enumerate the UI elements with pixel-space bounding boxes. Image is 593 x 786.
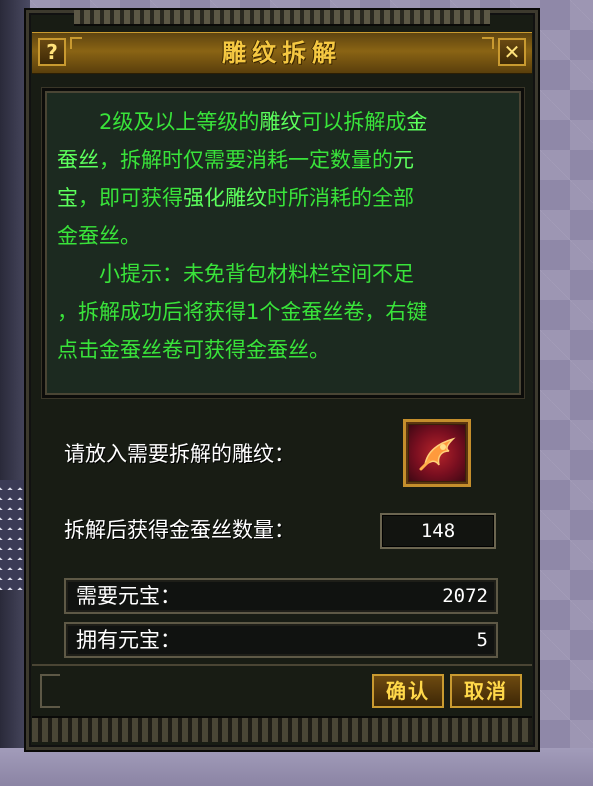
info-text-segment: 可以拆解成	[301, 110, 407, 134]
info-tip-text: 小提示：未免背包材料栏空间不足	[99, 262, 414, 286]
title-bar[interactable]: ? 雕纹拆解 ✕	[32, 32, 532, 74]
background-floor	[0, 748, 593, 786]
info-highlight-bao: 宝	[57, 186, 78, 210]
info-text: 2级及以上等级的雕纹可以拆解成金 蚕丝，拆解时仅需要消耗一定数量的元 宝，即可获…	[57, 103, 509, 369]
info-highlight-yuan: 元	[393, 148, 414, 172]
cancel-button[interactable]: 取消	[450, 674, 522, 708]
owned-yuanbao-value: 5	[476, 629, 488, 651]
confirm-button[interactable]: 确认	[372, 674, 444, 708]
info-text-segment: 2级及以上等级的	[99, 110, 260, 134]
owned-yuanbao-row: 拥有元宝： 5	[64, 622, 498, 658]
required-yuanbao-row: 需要元宝： 2072	[64, 578, 498, 614]
carving-item-slot[interactable]	[403, 419, 471, 487]
dialog-footer: 确认 取消	[32, 664, 532, 712]
info-line-1: 2级及以上等级的雕纹可以拆解成金	[57, 103, 509, 141]
info-highlight-silk: 蚕丝	[57, 148, 99, 172]
info-text-segment: ，拆解时仅需要消耗一定数量的	[99, 148, 393, 172]
info-line-3: 宝，即可获得强化雕纹时所消耗的全部	[57, 179, 509, 217]
carving-item-glyph	[419, 437, 456, 471]
info-panel: 2级及以上等级的雕纹可以拆解成金 蚕丝，拆解时仅需要消耗一定数量的元 宝，即可获…	[42, 88, 524, 398]
info-text-segment: 时所消耗的全部	[267, 186, 414, 210]
bottom-ornament	[32, 716, 532, 742]
yield-label: 拆解后获得金蚕丝数量：	[64, 518, 295, 542]
footer-ornament	[40, 674, 60, 708]
info-line-7: 点击金蚕丝卷可获得金蚕丝。	[57, 331, 509, 369]
info-highlight-gold: 金	[406, 110, 428, 134]
info-tip-text: 点击金蚕丝卷可获得金蚕丝。	[57, 338, 330, 362]
required-yuanbao-value: 2072	[442, 585, 488, 607]
info-text-segment: ，即可获得	[78, 186, 183, 210]
slot-label: 请放入需要拆解的雕纹：	[64, 442, 295, 466]
info-line-2: 蚕丝，拆解时仅需要消耗一定数量的元	[57, 141, 509, 179]
yield-value-box: 148	[380, 513, 496, 549]
close-button[interactable]: ✕	[498, 38, 526, 66]
info-line-5: 小提示：未免背包材料栏空间不足	[57, 255, 509, 293]
required-yuanbao-label: 需要元宝：	[76, 584, 181, 608]
owned-yuanbao-label: 拥有元宝：	[76, 628, 181, 652]
info-highlight-carving: 雕纹	[259, 110, 302, 134]
carving-item-icon[interactable]	[409, 425, 465, 481]
info-tip-text: ，拆解成功后将获得1个金蚕丝卷，右键	[57, 300, 428, 324]
info-highlight-enhance: 强化雕纹	[183, 186, 267, 210]
info-text-segment: 金蚕丝。	[57, 224, 141, 248]
carving-dismantle-dialog: ? 雕纹拆解 ✕ 2级及以上等级的雕纹可以拆解成金 蚕丝，拆解时仅需要消耗一定数…	[24, 8, 540, 752]
info-line-4: 金蚕丝。	[57, 217, 509, 255]
info-line-6: ，拆解成功后将获得1个金蚕丝卷，右键	[57, 293, 509, 331]
top-ornament	[74, 10, 490, 26]
dialog-title: 雕纹拆解	[222, 39, 342, 67]
corner-ornament-right	[482, 37, 494, 49]
